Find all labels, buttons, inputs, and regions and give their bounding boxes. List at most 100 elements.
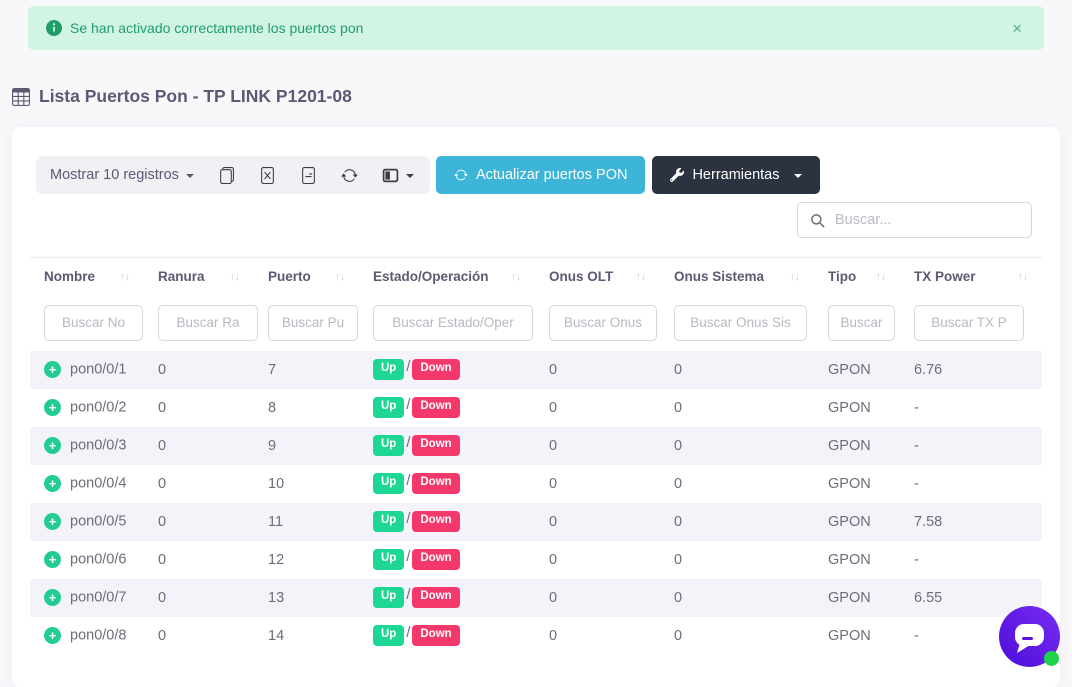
badge-separator: / xyxy=(406,435,410,451)
success-alert: Se han activado correctamente los puerto… xyxy=(28,6,1044,50)
expand-row-plus-icon[interactable]: + xyxy=(44,475,61,492)
column-header-onus-sistema[interactable]: Onus Sistema↑↓ xyxy=(660,258,814,296)
port-name: pon0/0/5 xyxy=(70,513,126,529)
onus-olt-cell: 0 xyxy=(535,617,660,655)
nombre-cell: + pon0/0/5 xyxy=(30,503,144,541)
table-header-row: Nombre↑↓ Ranura↑↓ Puerto↑↓ Estado/Operac… xyxy=(30,258,1042,296)
expand-row-plus-icon[interactable]: + xyxy=(44,627,61,644)
expand-row-plus-icon[interactable]: + xyxy=(44,513,61,530)
puerto-cell: 9 xyxy=(254,427,359,465)
puerto-cell: 13 xyxy=(254,579,359,617)
column-header-estado-operacion[interactable]: Estado/Operación↑↓ xyxy=(359,258,535,296)
length-menu-dropdown[interactable]: Mostrar 10 registros xyxy=(50,167,194,183)
excel-export-button[interactable] xyxy=(259,167,276,184)
up-status-badge: Up xyxy=(373,549,404,570)
up-status-badge: Up xyxy=(373,473,404,494)
down-status-badge: Down xyxy=(412,359,459,380)
update-pon-ports-button[interactable]: Actualizar puertos PON xyxy=(436,156,646,194)
excel-file-icon xyxy=(259,167,276,184)
chat-widget-button[interactable] xyxy=(999,606,1060,667)
column-header-tx-power[interactable]: TX Power↑↓ xyxy=(900,258,1042,296)
column-visibility-button[interactable] xyxy=(382,167,414,184)
filter-input-onus-sistema[interactable] xyxy=(674,305,807,341)
table-row: +pon0/0/309Up/Down00GPON- xyxy=(30,427,1042,465)
pdf-export-button[interactable] xyxy=(300,167,317,184)
port-name: pon0/0/1 xyxy=(70,361,126,377)
nombre-cell: + pon0/0/1 xyxy=(30,351,144,389)
tx-power-cell: - xyxy=(900,541,1042,579)
ranura-cell: 0 xyxy=(144,465,254,503)
column-header-tipo[interactable]: Tipo↑↓ xyxy=(814,258,900,296)
tipo-cell: GPON xyxy=(814,503,900,541)
sort-icon[interactable]: ↑↓ xyxy=(876,271,887,283)
onus-sistema-cell: 0 xyxy=(660,503,814,541)
estado-operacion-cell: Up/Down xyxy=(359,579,535,617)
refresh-icon xyxy=(454,168,468,182)
chevron-down-icon xyxy=(406,174,414,178)
reload-table-button[interactable] xyxy=(341,167,358,184)
filter-input-tx-power[interactable] xyxy=(914,305,1024,341)
tools-dropdown-button[interactable]: Herramientas xyxy=(652,156,820,194)
sort-icon[interactable]: ↑↓ xyxy=(511,271,522,283)
puerto-cell: 8 xyxy=(254,389,359,427)
search-box[interactable] xyxy=(797,202,1032,238)
badge-separator: / xyxy=(406,511,410,527)
sort-icon[interactable]: ↑↓ xyxy=(1018,271,1029,283)
expand-row-plus-icon[interactable]: + xyxy=(44,437,61,454)
column-header-onus-olt[interactable]: Onus OLT ↑↓ xyxy=(535,258,660,296)
chevron-down-icon xyxy=(794,174,802,178)
puerto-cell: 14 xyxy=(254,617,359,655)
column-header-puerto[interactable]: Puerto↑↓ xyxy=(254,258,359,296)
onus-olt-cell: 0 xyxy=(535,579,660,617)
sort-icon[interactable]: ↑↓ xyxy=(335,271,346,283)
alert-message: Se han activado correctamente los puerto… xyxy=(70,20,1008,36)
column-header-ranura[interactable]: Ranura↑↓ xyxy=(144,258,254,296)
expand-row-plus-icon[interactable]: + xyxy=(44,361,61,378)
sort-icon[interactable]: ↑↓ xyxy=(230,271,241,283)
column-label: Onus OLT xyxy=(549,269,613,284)
estado-operacion-cell: Up/Down xyxy=(359,465,535,503)
filter-input-onus-olt[interactable] xyxy=(549,305,657,341)
table-toolbar: Mostrar 10 registros Actualizar puer xyxy=(12,127,1060,194)
tx-power-cell: - xyxy=(900,465,1042,503)
tx-power-cell: 7.58 xyxy=(900,503,1042,541)
sort-icon[interactable]: ↑↓ xyxy=(636,271,647,283)
ranura-cell: 0 xyxy=(144,351,254,389)
page-title-text: Lista Puertos Pon - TP LINK P1201-08 xyxy=(39,86,352,107)
nombre-cell: +pon0/0/4 xyxy=(30,465,144,503)
badge-separator: / xyxy=(406,397,410,413)
filter-input-nombre[interactable] xyxy=(44,305,143,341)
alert-close-icon[interactable]: × xyxy=(1008,18,1026,39)
pon-ports-table: Nombre↑↓ Ranura↑↓ Puerto↑↓ Estado/Operac… xyxy=(30,257,1042,655)
badge-separator: / xyxy=(406,549,410,565)
nombre-cell: +pon0/0/2 xyxy=(30,389,144,427)
tools-button-label: Herramientas xyxy=(692,167,779,183)
filter-input-tipo[interactable] xyxy=(828,305,895,341)
onus-olt-cell: 0 xyxy=(535,427,660,465)
puerto-cell: 7 xyxy=(254,351,359,389)
filter-input-puerto[interactable] xyxy=(268,305,358,341)
badge-separator: / xyxy=(406,587,410,603)
up-status-badge: Up xyxy=(373,587,404,608)
refresh-icon xyxy=(341,167,358,184)
estado-operacion-cell: Up/Down xyxy=(359,427,535,465)
search-input[interactable] xyxy=(835,212,1019,228)
onus-sistema-cell: 0 xyxy=(660,389,814,427)
puerto-cell: 11 xyxy=(254,503,359,541)
sort-icon[interactable]: ↑↓ xyxy=(120,271,131,283)
expand-row-plus-icon[interactable]: + xyxy=(44,551,61,568)
expand-row-plus-icon[interactable]: + xyxy=(44,589,61,606)
filter-input-ranura[interactable] xyxy=(158,305,258,341)
port-name: pon0/0/3 xyxy=(70,437,126,453)
tipo-cell: GPON xyxy=(814,541,900,579)
estado-operacion-cell: Up/Down xyxy=(359,351,535,389)
expand-row-plus-icon[interactable]: + xyxy=(44,399,61,416)
down-status-badge: Down xyxy=(412,397,459,418)
column-header-nombre[interactable]: Nombre↑↓ xyxy=(30,258,144,296)
filter-input-estado-operacion[interactable] xyxy=(373,305,533,341)
copy-button[interactable] xyxy=(218,167,235,184)
port-name: pon0/0/6 xyxy=(70,551,126,567)
down-status-badge: Down xyxy=(412,587,459,608)
sort-icon[interactable]: ↑↓ xyxy=(790,271,801,283)
onus-sistema-cell: 0 xyxy=(660,579,814,617)
